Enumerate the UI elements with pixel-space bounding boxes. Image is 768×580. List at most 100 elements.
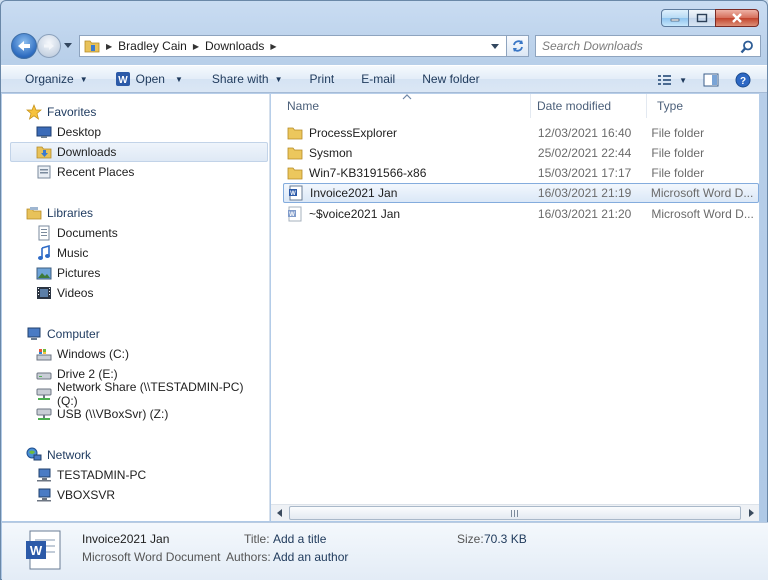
nav-favorites[interactable]: Favorites bbox=[26, 102, 266, 122]
file-name: ~$voice2021 Jan bbox=[309, 207, 401, 221]
email-label: E-mail bbox=[361, 72, 396, 86]
new-folder-button[interactable]: New folder bbox=[404, 66, 488, 92]
details-authors-value[interactable]: Add an author bbox=[273, 550, 348, 564]
search-input[interactable] bbox=[542, 39, 732, 53]
drive-icon bbox=[36, 366, 52, 382]
email-button[interactable]: E-mail bbox=[343, 66, 404, 92]
details-title-label: Title: bbox=[244, 532, 270, 546]
close-button[interactable] bbox=[715, 9, 759, 27]
network-computer-icon bbox=[36, 487, 52, 503]
file-row[interactable]: ProcessExplorer 12/03/2021 16:40 File fo… bbox=[283, 123, 759, 143]
window-controls bbox=[661, 9, 759, 27]
share-with-label: Share with bbox=[211, 72, 269, 86]
new-folder-label: New folder bbox=[422, 72, 480, 86]
minimize-button[interactable] bbox=[661, 9, 689, 27]
nav-pictures[interactable]: Pictures bbox=[36, 263, 266, 283]
nav-libraries[interactable]: Libraries bbox=[26, 203, 266, 223]
file-type: Microsoft Word D... bbox=[650, 186, 754, 200]
nav-computer[interactable]: Computer bbox=[26, 324, 266, 344]
nav-network[interactable]: Network bbox=[26, 445, 266, 465]
breadcrumb-separator[interactable]: ▶ bbox=[104, 42, 114, 51]
open-button[interactable]: W Open ▼ bbox=[97, 66, 192, 92]
folder-icon bbox=[287, 145, 303, 161]
back-button[interactable] bbox=[11, 33, 37, 59]
file-row[interactable]: Win7-KB3191566-x86 15/03/2021 17:17 File… bbox=[283, 163, 759, 183]
horizontal-scrollbar[interactable] bbox=[271, 504, 759, 521]
details-title-value[interactable]: Add a title bbox=[273, 532, 326, 546]
close-icon bbox=[732, 13, 742, 23]
recent-pages-dropdown-icon[interactable] bbox=[63, 42, 73, 50]
network-computer-icon bbox=[36, 467, 52, 483]
libraries-icon bbox=[26, 205, 42, 221]
breadcrumb-separator[interactable]: ▶ bbox=[191, 42, 201, 51]
nav-drive-e-label: Drive 2 (E:) bbox=[57, 367, 118, 381]
nav-videos[interactable]: Videos bbox=[36, 283, 266, 303]
breadcrumb-separator[interactable]: ▶ bbox=[268, 42, 278, 51]
folder-icon bbox=[80, 39, 104, 53]
nav-drive-q[interactable]: Network Share (\\TESTADMIN-PC) (Q:) bbox=[36, 380, 266, 408]
nav-documents[interactable]: Documents bbox=[36, 223, 266, 243]
scrollbar-thumb[interactable] bbox=[289, 506, 741, 520]
nav-recent-places[interactable]: Recent Places bbox=[36, 162, 266, 182]
help-button[interactable]: ? bbox=[727, 67, 759, 93]
open-label: Open bbox=[135, 72, 165, 86]
print-button[interactable]: Print bbox=[292, 66, 344, 92]
refresh-button[interactable] bbox=[507, 35, 529, 57]
file-row-selected[interactable]: W Invoice2021 Jan 16/03/2021 21:19 Micro… bbox=[283, 183, 759, 203]
column-date-label: Date modified bbox=[537, 99, 612, 113]
details-authors-label: Authors: bbox=[226, 550, 271, 564]
file-name: ProcessExplorer bbox=[309, 126, 398, 140]
details-pane: W Invoice2021 Jan Microsoft Word Documen… bbox=[2, 522, 768, 580]
nav-desktop[interactable]: Desktop bbox=[36, 122, 266, 142]
file-type: File folder bbox=[651, 146, 705, 160]
organize-label: Organize bbox=[25, 72, 74, 86]
computer-icon bbox=[26, 326, 42, 342]
nav-videos-label: Videos bbox=[57, 286, 94, 300]
organize-menu[interactable]: Organize ▼ bbox=[1, 66, 97, 92]
nav-music[interactable]: Music bbox=[36, 243, 266, 263]
details-size-value: 70.3 KB bbox=[484, 532, 527, 546]
file-type: File folder bbox=[651, 166, 705, 180]
nav-drive-c[interactable]: Windows (C:) bbox=[36, 344, 266, 364]
music-icon bbox=[36, 245, 52, 261]
breadcrumb-bradley-cain[interactable]: Bradley Cain bbox=[114, 39, 191, 53]
search-icon[interactable] bbox=[740, 40, 754, 54]
forward-button[interactable] bbox=[37, 34, 61, 58]
file-date: 15/03/2021 17:17 bbox=[537, 166, 632, 180]
windows-drive-icon bbox=[36, 346, 52, 362]
column-name-label: Name bbox=[287, 99, 320, 113]
nav-testadmin-pc[interactable]: TESTADMIN-PC bbox=[36, 465, 266, 485]
share-with-menu[interactable]: Share with ▼ bbox=[192, 66, 292, 92]
view-list-icon bbox=[658, 75, 672, 85]
file-row[interactable]: W ~$voice2021 Jan 16/03/2021 21:20 Micro… bbox=[283, 204, 759, 224]
change-view-button[interactable]: ▼ bbox=[649, 67, 695, 93]
nav-drive-c-label: Windows (C:) bbox=[57, 347, 130, 361]
svg-text:W: W bbox=[30, 543, 43, 558]
refresh-icon bbox=[512, 40, 523, 52]
desktop-icon bbox=[36, 124, 52, 140]
view-controls: ▼ ? bbox=[649, 67, 759, 93]
scroll-left-arrow-icon[interactable] bbox=[271, 505, 288, 522]
dropdown-arrow-icon: ▼ bbox=[679, 75, 687, 85]
column-header-type[interactable]: Type bbox=[647, 94, 759, 118]
scroll-right-arrow-icon[interactable] bbox=[742, 505, 759, 522]
search-box[interactable] bbox=[535, 35, 761, 57]
svg-text:W: W bbox=[118, 75, 128, 86]
breadcrumb-downloads[interactable]: Downloads bbox=[201, 39, 268, 53]
nav-testadmin-pc-label: TESTADMIN-PC bbox=[57, 468, 147, 482]
file-date: 25/02/2021 22:44 bbox=[537, 146, 632, 160]
nav-drive-z[interactable]: USB (\\VBoxSvr) (Z:) bbox=[36, 404, 266, 424]
recent-places-icon bbox=[36, 164, 52, 180]
address-history-dropdown-icon[interactable] bbox=[490, 43, 500, 51]
column-header-name[interactable]: Name bbox=[271, 94, 531, 118]
nav-downloads[interactable]: Downloads bbox=[10, 142, 268, 162]
nav-vboxsvr[interactable]: VBOXSVR bbox=[36, 485, 266, 505]
address-bar[interactable]: ▶ Bradley Cain ▶ Downloads ▶ bbox=[79, 35, 507, 57]
preview-pane-icon bbox=[703, 73, 719, 87]
maximize-button[interactable] bbox=[688, 9, 716, 27]
file-row[interactable]: Sysmon 25/02/2021 22:44 File folder bbox=[283, 143, 759, 163]
nav-pictures-label: Pictures bbox=[57, 266, 101, 280]
column-header-date[interactable]: Date modified bbox=[531, 94, 647, 118]
documents-icon bbox=[36, 225, 52, 241]
preview-pane-button[interactable] bbox=[695, 67, 727, 93]
